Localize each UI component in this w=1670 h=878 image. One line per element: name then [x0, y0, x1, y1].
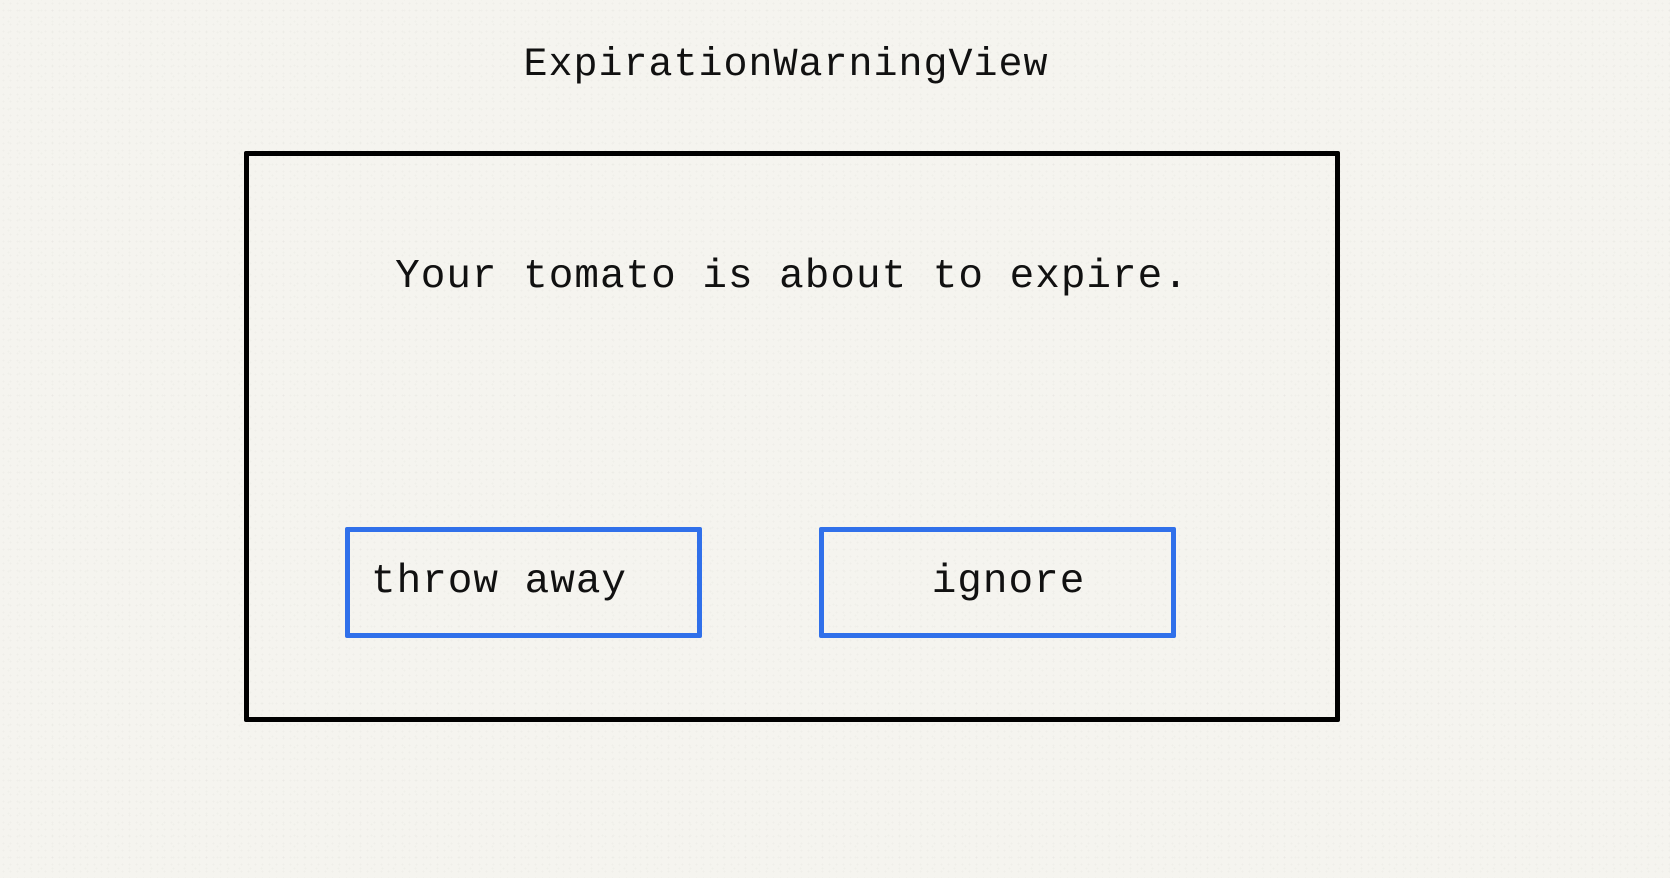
warning-message: Your tomato is about to expire. — [395, 254, 1189, 300]
ignore-button[interactable]: ignore — [819, 527, 1176, 638]
throw-away-button[interactable]: throw away — [345, 527, 702, 638]
expiration-warning-view-frame: Your tomato is about to expire. throw aw… — [244, 151, 1340, 722]
view-title: ExpirationWarningView — [523, 43, 1049, 88]
